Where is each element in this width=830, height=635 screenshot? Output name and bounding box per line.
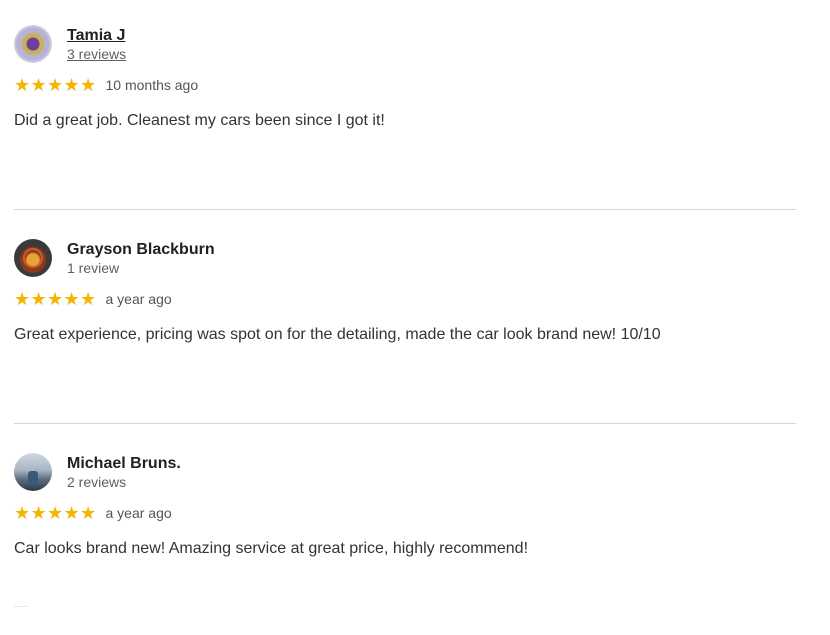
review-count[interactable]: 2 reviews [67,474,181,491]
star-icon: ★ [63,503,80,523]
avatar[interactable] [14,239,52,277]
star-icon: ★ [30,289,47,309]
star-icon: ★ [63,289,80,309]
star-icon: ★ [63,75,80,95]
review-header: Tamia J 3 reviews [14,24,796,64]
star-rating: ★ ★ ★ ★ ★ [14,289,97,309]
divider [14,423,796,424]
review-count[interactable]: 1 review [67,260,215,277]
star-icon: ★ [30,75,47,95]
star-icon: ★ [80,75,97,95]
author-name[interactable]: Grayson Blackburn [67,240,215,259]
author-info: Tamia J 3 reviews [67,26,126,63]
review-count-link[interactable]: 3 reviews [67,46,126,63]
review-header: Grayson Blackburn 1 review [14,238,796,278]
star-icon: ★ [47,75,64,95]
review-item: Michael Bruns. 2 reviews ★ ★ ★ ★ ★ a yea… [14,452,796,560]
star-icon: ★ [14,503,31,523]
author-info: Michael Bruns. 2 reviews [67,454,181,491]
star-icon: ★ [30,503,47,523]
review-text: Car looks brand new! Amazing service at … [14,540,529,557]
star-icon: ★ [14,75,31,95]
divider [14,209,796,210]
review-item: Tamia J 3 reviews ★ ★ ★ ★ ★ 10 months ag… [14,24,796,132]
avatar[interactable] [14,25,52,63]
review-text: Great experience, pricing was spot on fo… [14,326,661,343]
author-info: Grayson Blackburn 1 review [67,240,215,277]
star-rating: ★ ★ ★ ★ ★ [14,75,97,95]
star-icon: ★ [47,289,64,309]
next-item-edge [14,606,28,607]
star-icon: ★ [47,503,64,523]
star-icon: ★ [14,289,31,309]
star-rating: ★ ★ ★ ★ ★ [14,503,97,523]
star-icon: ★ [80,503,97,523]
author-name-link[interactable]: Tamia J [67,26,126,45]
avatar[interactable] [14,453,52,491]
review-time: a year ago [105,505,172,521]
review-meta: ★ ★ ★ ★ ★ 10 months ago [14,75,796,95]
star-icon: ★ [80,289,97,309]
review-text: Did a great job. Cleanest my cars been s… [14,112,385,129]
review-time: 10 months ago [105,77,199,93]
author-name[interactable]: Michael Bruns. [67,454,181,473]
review-meta: ★ ★ ★ ★ ★ a year ago [14,503,796,523]
review-header: Michael Bruns. 2 reviews [14,452,796,492]
review-list: Tamia J 3 reviews ★ ★ ★ ★ ★ 10 months ag… [0,0,830,635]
review-time: a year ago [105,291,172,307]
review-item: Grayson Blackburn 1 review ★ ★ ★ ★ ★ a y… [14,238,796,346]
review-meta: ★ ★ ★ ★ ★ a year ago [14,289,796,309]
